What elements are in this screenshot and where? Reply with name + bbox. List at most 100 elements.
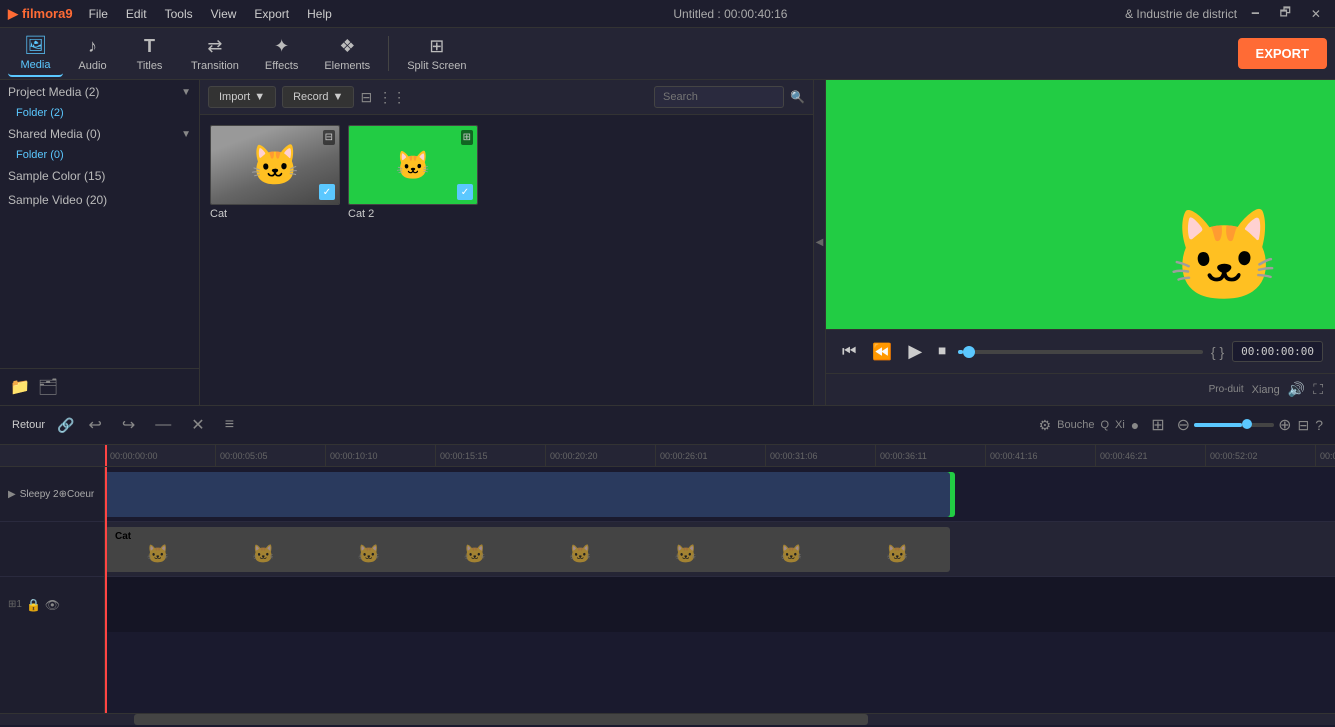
stop-btn[interactable]: ⏹ xyxy=(934,339,950,365)
ruler-mark-9: 00:00:46:21 xyxy=(1095,445,1205,467)
track-num-1: ⊞1 xyxy=(8,599,22,610)
media-item-cat2[interactable]: 🐱 ⊞ ✓ Cat 2 xyxy=(348,125,478,223)
toolbar-transition[interactable]: ⇄ Transition xyxy=(179,32,251,76)
dark-frame4: 🐱 xyxy=(463,544,485,565)
sidebar-item-shared-media[interactable]: Shared Media (0) ▼ xyxy=(0,122,199,146)
toolbar-media-label: Media xyxy=(21,59,51,71)
produit-label: Pro-duit xyxy=(1209,384,1244,395)
title-bar-right: & Industrie de district 🗕 🗗 ✕ xyxy=(1125,1,1327,26)
media-check-cat2: ✓ xyxy=(457,184,473,200)
scrollbar-thumb[interactable] xyxy=(134,714,868,725)
play-btn[interactable]: ▶ xyxy=(904,337,926,366)
ripple-btn[interactable]: ≡ xyxy=(219,412,240,438)
import-label: Import xyxy=(219,91,250,103)
toolbar-audio[interactable]: ♪ Audio xyxy=(65,32,120,76)
menu-edit[interactable]: Edit xyxy=(122,5,151,23)
media-item-cat[interactable]: 🐱 ⊟ ✓ Cat xyxy=(210,125,340,223)
media-toolbar: Import ▼ Record ▼ ⊟ ⋮⋮ 🔍 xyxy=(200,80,813,115)
fullscreen-btn[interactable]: ⛶ xyxy=(1313,381,1323,398)
zoom-in-btn[interactable]: ⊕ xyxy=(1278,415,1291,435)
preview-screen: 🐱 xyxy=(826,80,1335,329)
toolbar-titles-label: Titles xyxy=(137,60,163,72)
sidebar-item-sample-video[interactable]: Sample Video (20) xyxy=(0,188,199,212)
transition-icon: ⇄ xyxy=(207,36,222,57)
zoom-slider[interactable] xyxy=(1194,423,1274,427)
cut-btn[interactable]: — xyxy=(149,412,177,438)
skip-back-btn[interactable]: ⏮ xyxy=(838,339,860,365)
dark-frame6: 🐱 xyxy=(675,544,697,565)
filter-icon[interactable]: ⊟ xyxy=(360,89,372,106)
scrollbar-track[interactable] xyxy=(0,714,1335,725)
progress-bar[interactable] xyxy=(958,350,1203,354)
restore-btn[interactable]: 🗗 xyxy=(1274,1,1297,26)
track-label-2 xyxy=(0,522,104,577)
dark-frame3: 🐱 xyxy=(358,544,380,565)
menu-export[interactable]: Export xyxy=(250,5,293,23)
track-row-audio xyxy=(105,577,1335,632)
add-folder-icon[interactable]: 📁 xyxy=(10,377,30,397)
undo-btn[interactable]: ↩ xyxy=(82,411,107,439)
ruler-mark-7: 00:00:36:11 xyxy=(875,445,985,467)
dark-frame5: 🐱 xyxy=(569,544,591,565)
menu-view[interactable]: View xyxy=(207,5,241,23)
step-back-btn[interactable]: ⏪ xyxy=(868,338,896,366)
link-icon[interactable]: 🔗 xyxy=(57,417,74,434)
ruler-mark-4: 00:00:20:20 xyxy=(545,445,655,467)
zoom-out-btn[interactable]: ⊖ xyxy=(1177,415,1190,435)
sidebar-item-sample-color[interactable]: Sample Color (15) xyxy=(0,164,199,188)
export-button[interactable]: EXPORT xyxy=(1238,38,1327,69)
grid-icon[interactable]: ⋮⋮ xyxy=(378,89,406,106)
xiang-label: Xiang xyxy=(1252,384,1280,396)
sidebar-item-project-media[interactable]: Project Media (2) ▼ xyxy=(0,80,199,104)
menu-file[interactable]: File xyxy=(85,5,112,23)
clip-cat[interactable]: Cat 🐱 🐱 🐱 🐱 🐱 🐱 🐱 🐱 xyxy=(105,527,950,572)
thumb-grid-icon: ⊟ xyxy=(323,130,335,145)
track1-collapse-btn[interactable]: ▶ xyxy=(8,489,16,500)
redo-btn[interactable]: ↪ xyxy=(116,411,141,439)
menu-tools[interactable]: Tools xyxy=(161,5,197,23)
import-button[interactable]: Import ▼ xyxy=(208,86,276,108)
toolbar-media[interactable]: 🖼 Media xyxy=(8,31,63,77)
media-thumb-cat2: 🐱 ⊞ ✓ xyxy=(348,125,478,205)
in-point-btn[interactable]: { } xyxy=(1211,344,1224,360)
import-chevron: ▼ xyxy=(254,91,265,103)
time-display: 00:00:00:00 xyxy=(1232,341,1323,362)
bouche-label: Bouche xyxy=(1057,419,1094,431)
record-button[interactable]: Record ▼ xyxy=(282,86,354,108)
timeline-ruler: 00:00:00:00 00:00:05:05 00:00:10:10 00:0… xyxy=(0,445,1335,467)
user-label: & Industrie de district xyxy=(1125,7,1237,21)
toolbar-split-screen[interactable]: ⊞ Split Screen xyxy=(395,32,478,76)
search-icon[interactable]: 🔍 xyxy=(790,90,805,104)
dot-icon: ● xyxy=(1131,417,1139,433)
sidebar-item-folder[interactable]: Folder (2) xyxy=(0,104,199,122)
search-input[interactable] xyxy=(654,86,784,108)
delete-btn[interactable]: ✕ xyxy=(185,411,210,439)
menu-help[interactable]: Help xyxy=(303,5,336,23)
close-btn[interactable]: ✕ xyxy=(1305,5,1327,23)
panel-row: Project Media (2) ▼ Folder (2) Shared Me… xyxy=(0,80,1335,405)
motion-icon[interactable]: ⚙ xyxy=(1039,417,1052,434)
toolbar-effects-label: Effects xyxy=(265,60,298,72)
audio-clip[interactable] xyxy=(105,472,950,517)
ruler-mark-0: 00:00:00:00 xyxy=(105,445,215,467)
track-lock-icon[interactable]: 🔒 xyxy=(26,598,41,612)
delete-folder-icon[interactable]: 🗂 xyxy=(38,377,58,397)
track-row-2: Cat 🐱 🐱 🐱 🐱 🐱 🐱 🐱 🐱 xyxy=(105,522,1335,577)
dark-frame1: 🐱 xyxy=(147,544,169,565)
shared-media-label: Shared Media (0) xyxy=(8,127,101,141)
minimize-btn[interactable]: 🗕 xyxy=(1245,1,1266,26)
toolbar-elements[interactable]: ❖ Elements xyxy=(312,32,382,76)
menu-bar: File Edit Tools View Export Help xyxy=(85,5,336,23)
sidebar-item-shared-folder[interactable]: Folder (0) xyxy=(0,146,199,164)
collapse-panel-btn[interactable]: ◀ xyxy=(813,80,825,405)
preview-panel: 🐱 ⏮ ⏪ ▶ ⏹ { } 00:00:00:00 Pro-duit Xiang… xyxy=(825,80,1335,405)
help-btn[interactable]: ? xyxy=(1315,417,1323,433)
add-track-btn[interactable]: ⊞ xyxy=(1145,411,1170,439)
split-screen-icon: ⊞ xyxy=(429,36,444,57)
media-thumb-cat: 🐱 ⊟ ✓ xyxy=(210,125,340,205)
toolbar-titles[interactable]: T Titles xyxy=(122,32,177,76)
view-toggle-btn[interactable]: ⊟ xyxy=(1297,417,1309,434)
toolbar-effects[interactable]: ✦ Effects xyxy=(253,32,310,76)
volume-icon[interactable]: 🔊 xyxy=(1288,381,1305,398)
track-eye-icon[interactable]: 👁 xyxy=(45,598,60,612)
